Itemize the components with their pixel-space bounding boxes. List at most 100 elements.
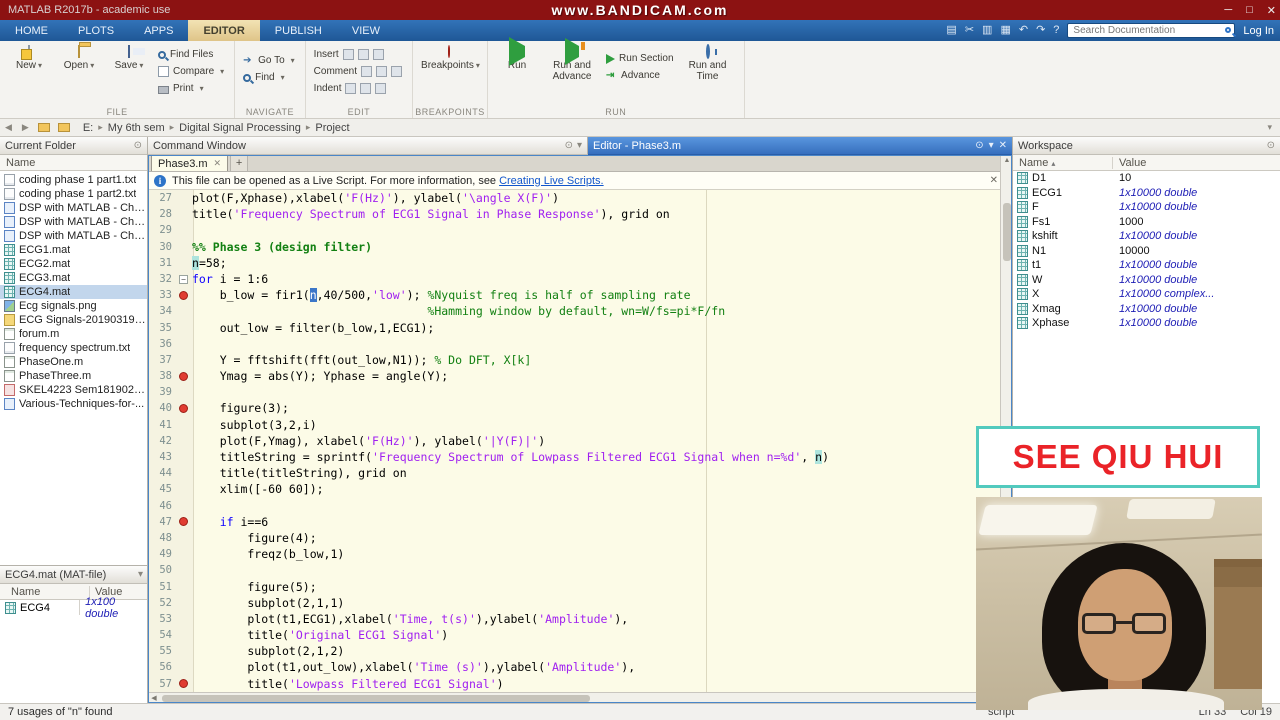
redo-icon[interactable]: ↷ bbox=[1036, 20, 1045, 41]
line-number[interactable]: 57 bbox=[148, 676, 175, 692]
file-item[interactable]: SKEL4223 Sem181902 - ... bbox=[0, 383, 147, 397]
line-number[interactable]: 41 bbox=[148, 417, 175, 433]
ribbon-tab-apps[interactable]: APPS bbox=[129, 20, 188, 41]
breakpoint-gutter[interactable] bbox=[175, 595, 192, 611]
command-window-collapse-icon[interactable]: ▾ bbox=[577, 140, 582, 151]
breakpoint-gutter[interactable] bbox=[175, 530, 192, 546]
vertical-scroll-thumb[interactable] bbox=[1003, 203, 1011, 261]
code-line[interactable]: 30 %% Phase 3 (design filter) bbox=[148, 239, 1000, 255]
wrap-comment-icon[interactable] bbox=[391, 66, 403, 77]
line-number[interactable]: 30 bbox=[148, 239, 175, 255]
code-line[interactable]: 52 subplot(2,1,1) bbox=[148, 595, 1000, 611]
insert-section-icon[interactable] bbox=[342, 49, 354, 60]
breakpoint-gutter[interactable] bbox=[175, 239, 192, 255]
file-item[interactable]: frequency spectrum.txt bbox=[0, 341, 147, 355]
breakpoint-gutter[interactable] bbox=[175, 287, 192, 303]
workspace-row[interactable]: ECG1 1x10000 double bbox=[1013, 186, 1280, 201]
back-icon[interactable]: ◀ bbox=[0, 122, 17, 133]
code-line[interactable]: 31 n=58; bbox=[148, 255, 1000, 271]
code-line[interactable]: 51 figure(5); bbox=[148, 579, 1000, 595]
command-window-titlebar[interactable]: Command Window ⊙ ▾ bbox=[148, 137, 588, 155]
workspace-column-header[interactable]: Name ▴ Value bbox=[1013, 155, 1280, 171]
run-and-advance-button[interactable]: Run and Advance bbox=[546, 38, 598, 82]
line-number[interactable]: 31 bbox=[148, 255, 175, 271]
paste-icon[interactable]: ▦ bbox=[1000, 20, 1010, 41]
file-item[interactable]: ECG Signals-20190319.zip bbox=[0, 313, 147, 327]
breakpoint-gutter[interactable] bbox=[175, 400, 192, 416]
up-folder-icon[interactable] bbox=[57, 123, 70, 132]
code-line[interactable]: 39 bbox=[148, 384, 1000, 400]
breakpoint-gutter[interactable] bbox=[175, 255, 192, 271]
breakpoint-marker[interactable] bbox=[179, 404, 188, 414]
workspace-name-column[interactable]: Name ▴ bbox=[1013, 156, 1113, 169]
line-number[interactable]: 46 bbox=[148, 498, 175, 514]
line-number[interactable]: 55 bbox=[148, 643, 175, 659]
breakpoint-gutter[interactable]: − bbox=[175, 271, 192, 287]
minimize-icon[interactable]: ─ bbox=[1224, 4, 1232, 16]
line-number[interactable]: 56 bbox=[148, 659, 175, 675]
line-number[interactable]: 36 bbox=[148, 336, 175, 352]
cut-icon[interactable]: ✂ bbox=[965, 20, 974, 41]
code-line[interactable]: 38 Ymag = abs(Y); Yphase = angle(Y); bbox=[148, 368, 1000, 384]
insert-block-icon[interactable] bbox=[372, 49, 384, 60]
horizontal-scroll-thumb[interactable] bbox=[162, 695, 590, 702]
insert-button[interactable]: Insert bbox=[314, 48, 402, 61]
comment-button[interactable]: Comment bbox=[314, 65, 403, 78]
breakpoint-gutter[interactable] bbox=[175, 384, 192, 400]
pane-menu-icon[interactable]: ⊙ bbox=[134, 140, 142, 151]
file-item[interactable]: ECG1.mat bbox=[0, 243, 147, 257]
search-icon[interactable] bbox=[1225, 27, 1232, 33]
workspace-row[interactable]: X 1x10000 complex... bbox=[1013, 287, 1280, 302]
command-window-menu-icon[interactable]: ⊙ bbox=[565, 140, 573, 151]
workspace-row[interactable]: D1 10 bbox=[1013, 171, 1280, 186]
goto-button[interactable]: ➔ Go To bbox=[243, 54, 295, 67]
line-number[interactable]: 29 bbox=[148, 222, 175, 238]
advance-button[interactable]: ⇥ Advance bbox=[606, 69, 673, 82]
workspace-value-column[interactable]: Value bbox=[1113, 157, 1146, 169]
breakpoint-gutter[interactable] bbox=[175, 336, 192, 352]
code-line[interactable]: 43 titleString = sprintf('Frequency Spec… bbox=[148, 449, 1000, 465]
line-number[interactable]: 42 bbox=[148, 433, 175, 449]
editor-titlebar[interactable]: Editor - Phase3.m ⊙ ▾ ✕ bbox=[588, 137, 1012, 155]
line-number[interactable]: 32 bbox=[148, 271, 175, 287]
undo-icon[interactable]: ↶ bbox=[1019, 20, 1028, 41]
help-icon[interactable]: ? bbox=[1053, 20, 1059, 41]
line-number[interactable]: 52 bbox=[148, 595, 175, 611]
line-number[interactable]: 51 bbox=[148, 579, 175, 595]
ribbon-tab-publish[interactable]: PUBLISH bbox=[260, 20, 337, 41]
login-button[interactable]: Log In bbox=[1243, 25, 1274, 37]
breakpoint-gutter[interactable] bbox=[175, 579, 192, 595]
line-number[interactable]: 28 bbox=[148, 206, 175, 222]
line-number[interactable]: 34 bbox=[148, 303, 175, 319]
breadcrumb-item[interactable]: Digital Signal Processing bbox=[176, 122, 304, 134]
breakpoint-gutter[interactable] bbox=[175, 303, 192, 319]
code-line[interactable]: 50 bbox=[148, 562, 1000, 578]
code-line[interactable]: 40 figure(3); bbox=[148, 400, 1000, 416]
line-number[interactable]: 38 bbox=[148, 368, 175, 384]
new-tab-button[interactable]: + bbox=[230, 155, 249, 171]
workspace-row[interactable]: N1 10000 bbox=[1013, 244, 1280, 259]
run-and-time-button[interactable]: Run and Time bbox=[682, 44, 734, 82]
file-item[interactable]: coding phase 1 part1.txt bbox=[0, 173, 147, 187]
breakpoint-gutter[interactable] bbox=[175, 222, 192, 238]
code-line[interactable]: 37 Y = fftshift(fft(out_low,N1)); % Do D… bbox=[148, 352, 1000, 368]
editor-dock-icon[interactable]: ▾ bbox=[989, 140, 994, 151]
indent-left-icon[interactable] bbox=[375, 83, 387, 94]
code-editor[interactable]: 27 plot(F,Xphase),xlabel('F(Hz)'), ylabel… bbox=[148, 190, 1000, 692]
file-item[interactable]: Ecg signals.png bbox=[0, 299, 147, 313]
line-number[interactable]: 33 bbox=[148, 287, 175, 303]
code-line[interactable]: 34 %Hamming window by default, wn=W/fs=p… bbox=[148, 303, 1000, 319]
line-number[interactable]: 43 bbox=[148, 449, 175, 465]
code-line[interactable]: 54 title('Original ECG1 Signal') bbox=[148, 627, 1000, 643]
line-number[interactable]: 40 bbox=[148, 400, 175, 416]
file-item[interactable]: PhaseThree.m bbox=[0, 369, 147, 383]
breakpoint-gutter[interactable] bbox=[175, 562, 192, 578]
code-line[interactable]: 28 title('Frequency Spectrum of ECG1 Sign… bbox=[148, 206, 1000, 222]
compare-button[interactable]: Compare bbox=[158, 65, 224, 78]
line-number[interactable]: 37 bbox=[148, 352, 175, 368]
ribbon-tab-view[interactable]: VIEW bbox=[337, 20, 395, 41]
horizontal-scrollbar[interactable]: ◀ ▶ bbox=[148, 692, 1000, 703]
ribbon-tab-plots[interactable]: PLOTS bbox=[63, 20, 129, 41]
line-number[interactable]: 35 bbox=[148, 320, 175, 336]
comment-icon[interactable] bbox=[361, 66, 373, 77]
